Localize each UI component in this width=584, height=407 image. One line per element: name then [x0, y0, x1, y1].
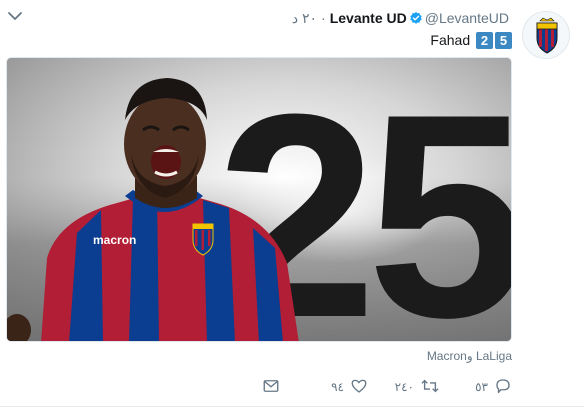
avatar[interactable] — [522, 11, 570, 59]
tweet-header: Levante UD @LevanteUD ·٢٠ د — [292, 8, 512, 28]
tweet-text-word: Fahad — [430, 32, 471, 48]
retweet-icon — [420, 377, 440, 398]
tweet-media-image[interactable]: 25 macron — [6, 57, 512, 342]
timestamp[interactable]: ٢٠ د — [292, 10, 317, 26]
display-name[interactable]: Levante UD — [330, 10, 407, 26]
levante-crest-logo — [536, 17, 558, 54]
verified-badge-icon — [409, 10, 423, 24]
tweet-card[interactable]: Levante UD @LevanteUD ·٢٠ د Fahad 25 25 m… — [0, 0, 584, 407]
reply-icon — [494, 377, 512, 398]
user-handle[interactable]: @LevanteUD — [425, 10, 509, 26]
like-button[interactable]: ٩٤ — [331, 375, 368, 399]
tweet-actions: ٥٣ ٢٤٠ ٩٤ — [252, 375, 512, 399]
shirt-sponsor: macron — [93, 233, 136, 247]
tweet-text: Fahad 25 — [430, 30, 512, 50]
media-tags[interactable]: Macronو LaLiga — [427, 349, 512, 363]
keycap-digit: 2 — [476, 32, 493, 49]
keycap-digit: 5 — [495, 32, 512, 49]
direct-message-button[interactable] — [262, 375, 280, 399]
player-announcement-graphic: 25 macron — [7, 58, 511, 341]
like-count: ٩٤ — [331, 380, 344, 394]
direct-message-icon — [262, 377, 280, 398]
chevron-down-icon[interactable] — [6, 8, 24, 24]
heart-icon — [350, 377, 368, 398]
reply-count: ٥٣ — [475, 380, 488, 394]
reply-button[interactable]: ٥٣ — [475, 375, 512, 399]
separator-dot: · — [321, 10, 326, 26]
retweet-count: ٢٤٠ — [394, 380, 414, 394]
retweet-button[interactable]: ٢٤٠ — [395, 375, 440, 399]
